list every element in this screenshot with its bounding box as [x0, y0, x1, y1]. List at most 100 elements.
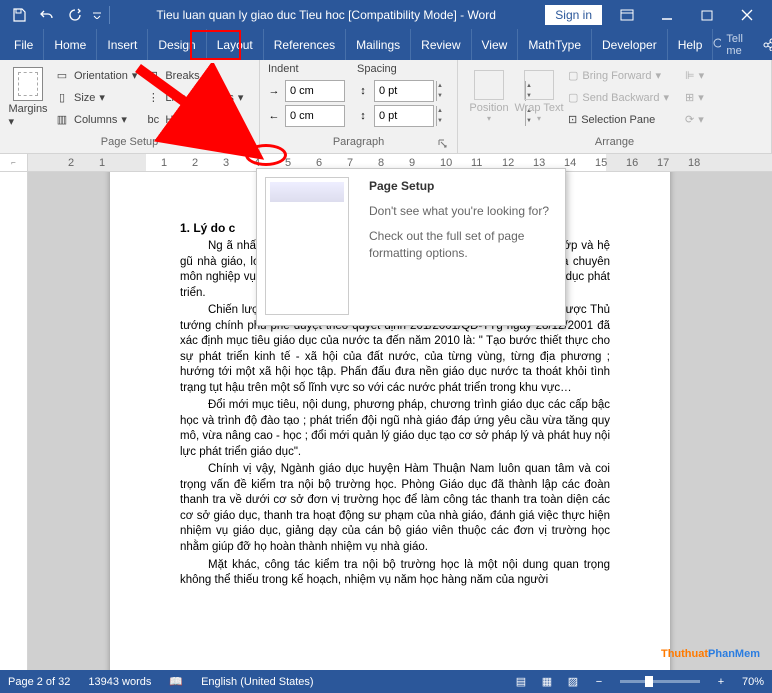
vertical-ruler[interactable] [0, 172, 28, 670]
ribbon-tabs: File Home Insert Design Layout Reference… [0, 29, 772, 60]
arrange-label: Arrange [595, 136, 634, 148]
spacing-after-input[interactable]: ▲▼ [374, 105, 434, 127]
ribbon-options-button[interactable] [608, 3, 646, 27]
columns-icon: ▥ [54, 112, 70, 128]
ruler-corner[interactable]: ⌐ [0, 154, 28, 171]
share-button[interactable]: Share [762, 38, 772, 51]
paragraph: Đổi mới mục tiêu, nội dung, phương pháp,… [180, 398, 610, 460]
undo-button[interactable] [34, 3, 60, 27]
separator [109, 6, 110, 24]
size-icon: ▯ [54, 90, 70, 106]
qat-customize[interactable] [90, 3, 104, 27]
spacing-after-icon: ↕ [355, 110, 371, 122]
page-indicator[interactable]: Page 2 of 32 [8, 676, 70, 688]
line-numbers-button[interactable]: ⋮Line Numbers ▾ [141, 87, 247, 108]
spell-check-icon[interactable]: 📖 [169, 675, 183, 688]
paragraph: Chính vị vậy, Ngành giáo dục huyện Hàm T… [180, 462, 610, 555]
quick-access-toolbar [6, 3, 113, 27]
group-page-setup: Margins▾ ▭Orientation ▾ ▯Size ▾ ▥Columns… [0, 60, 260, 153]
align-icon: ⊫ [685, 69, 695, 82]
minimize-button[interactable] [648, 3, 686, 27]
breaks-icon: ⊟ [145, 68, 161, 84]
selection-pane-button[interactable]: ⊡Selection Pane [564, 109, 673, 130]
backward-icon: ▢ [568, 91, 578, 104]
rotate-button: ⟳▾ [681, 109, 708, 130]
tab-help[interactable]: Help [668, 29, 714, 60]
ribbon: Margins▾ ▭Orientation ▾ ▯Size ▾ ▥Columns… [0, 60, 772, 154]
spacing-before-icon: ↕ [355, 85, 371, 97]
position-icon [474, 70, 504, 100]
maximize-button[interactable] [688, 3, 726, 27]
close-button[interactable] [728, 3, 766, 27]
tab-review[interactable]: Review [411, 29, 471, 60]
read-mode-button[interactable]: ▤ [510, 672, 532, 692]
columns-button[interactable]: ▥Columns ▾ [50, 109, 141, 130]
word-count[interactable]: 13943 words [88, 676, 151, 688]
wrap-icon [524, 70, 554, 100]
window-controls [608, 3, 766, 27]
tooltip-line1: Don't see what you're looking for? [369, 203, 553, 220]
tab-mailings[interactable]: Mailings [346, 29, 411, 60]
page-setup-label: Page Setup [101, 136, 159, 148]
zoom-out-button[interactable]: − [588, 672, 610, 692]
redo-button[interactable] [62, 3, 88, 27]
spacing-before-input[interactable]: ▲▼ [374, 80, 434, 102]
tab-layout[interactable]: Layout [207, 29, 264, 60]
zoom-level[interactable]: 70% [742, 676, 764, 688]
tooltip-title: Page Setup [369, 179, 553, 193]
margins-button[interactable]: Margins▾ [6, 63, 50, 131]
tab-file[interactable]: File [4, 29, 44, 60]
tab-view[interactable]: View [472, 29, 519, 60]
margins-icon [13, 67, 43, 101]
save-button[interactable] [6, 3, 32, 27]
paragraph: Mặt khác, công tác kiểm tra nội bộ trườn… [180, 558, 610, 589]
align-button: ⊫▾ [681, 65, 708, 86]
group-paragraph: Indent →▲▼ ←▲▼ Spacing ↕▲▼ ↕▲▼ Paragraph [260, 60, 458, 153]
paragraph-label: Paragraph [333, 136, 384, 148]
zoom-slider[interactable] [620, 680, 700, 683]
forward-icon: ▢ [568, 69, 578, 82]
status-bar: Page 2 of 32 13943 words 📖 English (Unit… [0, 670, 772, 693]
hyphenation-icon: bc [145, 112, 161, 128]
size-button[interactable]: ▯Size ▾ [50, 87, 141, 108]
tooltip-line2: Check out the full set of page formattin… [369, 228, 553, 262]
indent-label: Indent [266, 63, 345, 75]
tell-me-search[interactable]: Tell me [713, 33, 748, 57]
bring-forward-button: ▢Bring Forward ▾ [564, 65, 673, 86]
line-numbers-icon: ⋮ [145, 90, 161, 106]
tab-insert[interactable]: Insert [97, 29, 148, 60]
orientation-button[interactable]: ▭Orientation ▾ [50, 65, 141, 86]
hyphenation-button[interactable]: bcHyphenation ▾ [141, 109, 247, 130]
paragraph-dialog-launcher[interactable] [437, 138, 449, 150]
orientation-icon: ▭ [54, 68, 70, 84]
language-indicator[interactable]: English (United States) [201, 676, 314, 688]
indent-right-icon: ← [266, 110, 282, 122]
breaks-button[interactable]: ⊟Breaks ▾ [141, 65, 247, 86]
group-button: ⊞▾ [681, 87, 708, 108]
wrap-text-button: Wrap Text▾ [514, 63, 564, 129]
position-button: Position▾ [464, 63, 514, 129]
web-layout-button[interactable]: ▨ [562, 672, 584, 692]
document-title: Tieu luan quan ly giao duc Tieu hoc [Com… [113, 8, 539, 22]
group-arrange: Position▾ Wrap Text▾ ▢Bring Forward ▾ ▢S… [458, 60, 772, 153]
spacing-label: Spacing [355, 63, 434, 75]
group-icon: ⊞ [685, 91, 694, 104]
tooltip-preview [257, 169, 357, 325]
page-setup-tooltip: Page Setup Don't see what you're looking… [256, 168, 566, 326]
print-layout-button[interactable]: ▦ [536, 672, 558, 692]
indent-left-icon: → [266, 85, 282, 97]
page-setup-dialog-launcher[interactable] [239, 138, 251, 150]
tab-references[interactable]: References [264, 29, 346, 60]
sign-in-button[interactable]: Sign in [545, 5, 602, 25]
zoom-in-button[interactable]: + [710, 672, 732, 692]
tab-design[interactable]: Design [148, 29, 206, 60]
tab-developer[interactable]: Developer [592, 29, 668, 60]
indent-right-input[interactable]: ▲▼ [285, 105, 345, 127]
title-bar: Tieu luan quan ly giao duc Tieu hoc [Com… [0, 0, 772, 29]
tab-mathtype[interactable]: MathType [518, 29, 592, 60]
rotate-icon: ⟳ [685, 113, 694, 126]
indent-left-input[interactable]: ▲▼ [285, 80, 345, 102]
selection-icon: ⊡ [568, 113, 577, 126]
tab-home[interactable]: Home [44, 29, 97, 60]
send-backward-button: ▢Send Backward ▾ [564, 87, 673, 108]
